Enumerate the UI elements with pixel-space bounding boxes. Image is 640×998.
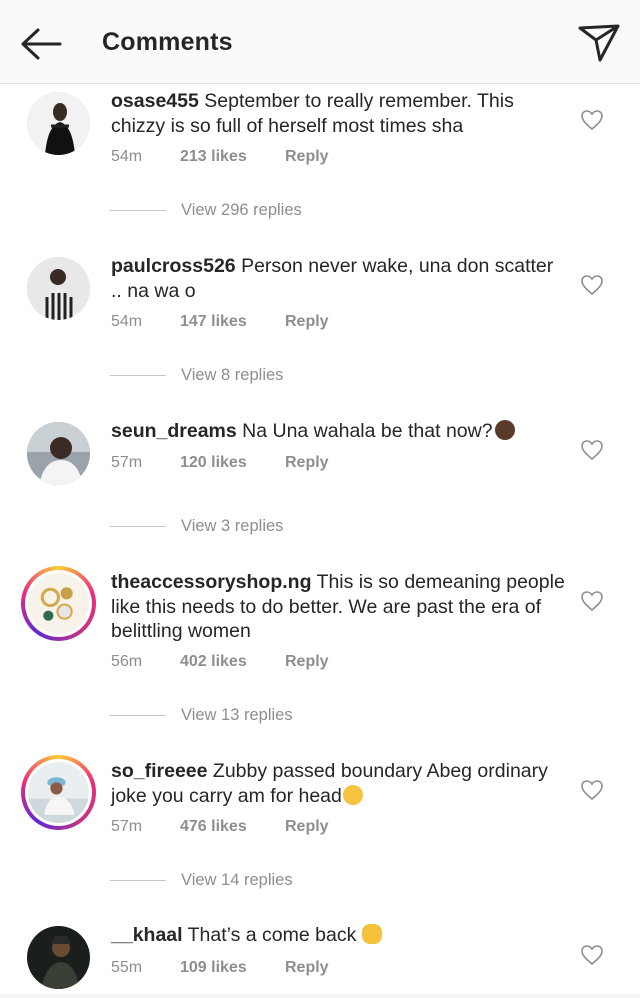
avatar[interactable] xyxy=(21,755,96,830)
comment-username[interactable]: paulcross526 xyxy=(111,255,236,277)
avatar[interactable] xyxy=(27,257,90,320)
heart-icon[interactable] xyxy=(580,778,604,802)
comments-header: Comments xyxy=(0,0,640,84)
comment-time: 57m xyxy=(111,818,143,835)
replies-divider xyxy=(110,880,166,881)
page-title: Comments xyxy=(102,28,233,56)
comment-time: 55m xyxy=(111,959,143,976)
comment-time: 56m xyxy=(111,653,143,670)
reply-button[interactable]: Reply xyxy=(285,957,329,979)
replies-divider xyxy=(110,210,166,211)
avatar[interactable] xyxy=(27,422,90,485)
face-emoji-icon xyxy=(494,420,515,440)
avatar-image xyxy=(25,570,92,637)
heart-icon[interactable] xyxy=(580,589,604,613)
rolling-eyes-emoji-icon xyxy=(342,784,363,805)
comment-body: That’s a come back xyxy=(182,924,362,946)
comment-text: seun_dreams Na Una wahala be that now? xyxy=(111,419,566,444)
avatar[interactable] xyxy=(27,92,90,155)
replies-divider xyxy=(110,375,166,376)
heart-icon[interactable] xyxy=(580,943,604,967)
heart-icon[interactable] xyxy=(580,108,604,132)
view-replies-label[interactable]: View 14 replies xyxy=(181,869,293,891)
clapping-hands-emoji-icon xyxy=(361,924,382,944)
reply-button[interactable]: Reply xyxy=(285,146,329,168)
heart-icon[interactable] xyxy=(580,273,604,297)
replies-divider xyxy=(110,526,166,527)
reply-button[interactable]: Reply xyxy=(285,816,329,838)
comment-text: so_fireeee Zubby passed boundary Abeg or… xyxy=(111,759,566,808)
paper-plane-icon[interactable] xyxy=(576,20,622,66)
comment-username[interactable]: __khaal xyxy=(111,924,183,946)
comment-text: osase455 September to really remember. T… xyxy=(111,89,566,138)
reply-button[interactable]: Reply xyxy=(285,651,329,673)
comment-body: Na Una wahala be that now? xyxy=(236,420,493,442)
replies-divider xyxy=(110,715,166,716)
comment-username[interactable]: so_fireeee xyxy=(111,760,207,782)
comment-likes[interactable]: 402 likes xyxy=(180,651,247,673)
avatar-image xyxy=(25,759,92,826)
arrow-left-icon[interactable] xyxy=(18,24,64,64)
comment-text: __khaal That’s a come back xyxy=(111,923,566,948)
avatar[interactable] xyxy=(21,566,96,641)
comment-likes[interactable]: 120 likes xyxy=(180,452,247,474)
comment-username[interactable]: osase455 xyxy=(111,90,199,112)
comment-time: 57m xyxy=(111,454,143,471)
avatar[interactable] xyxy=(27,926,90,989)
reply-button[interactable]: Reply xyxy=(285,311,329,333)
view-replies-label[interactable]: View 296 replies xyxy=(181,199,302,221)
comment-text: theaccessoryshop.ng This is so demeaning… xyxy=(111,570,566,644)
heart-icon[interactable] xyxy=(580,438,604,462)
comment-likes[interactable]: 109 likes xyxy=(180,957,247,979)
comment-time: 54m xyxy=(111,313,143,330)
comment-username[interactable]: theaccessoryshop.ng xyxy=(111,571,311,593)
comment-likes[interactable]: 476 likes xyxy=(180,816,247,838)
comment-likes[interactable]: 147 likes xyxy=(180,311,247,333)
bottom-divider xyxy=(0,994,640,998)
comment-text: paulcross526 Person never wake, una don … xyxy=(111,254,566,303)
view-replies-label[interactable]: View 3 replies xyxy=(181,515,283,537)
reply-button[interactable]: Reply xyxy=(285,452,329,474)
comment-username[interactable]: seun_dreams xyxy=(111,420,237,442)
view-replies-label[interactable]: View 8 replies xyxy=(181,364,283,386)
comment-likes[interactable]: 213 likes xyxy=(180,146,247,168)
view-replies-label[interactable]: View 13 replies xyxy=(181,704,293,726)
comment-time: 54m xyxy=(111,148,143,165)
